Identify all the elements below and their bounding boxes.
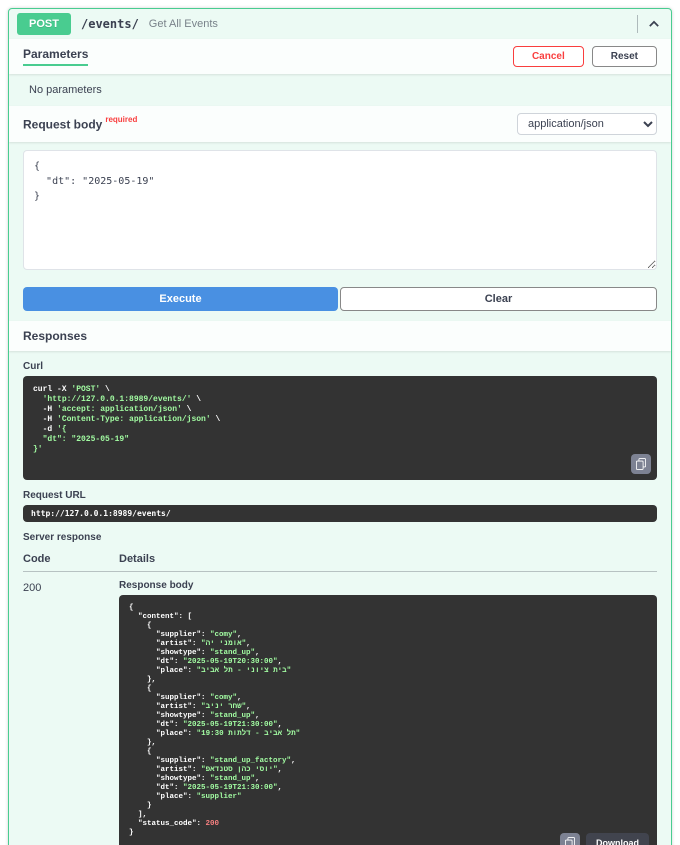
operation-block-post-events: POST /events/ Get All Events Parameters … (8, 8, 672, 845)
required-badge: required (105, 114, 138, 124)
response-status-code: 200 (23, 582, 42, 594)
reset-button[interactable]: Reset (591, 46, 657, 67)
operation-path[interactable]: /events/ (81, 17, 139, 31)
summary-divider (637, 15, 638, 33)
operation-summary-text: Get All Events (148, 18, 218, 30)
method-badge: POST (17, 13, 71, 35)
responses-body: Curl curl -X 'POST' \ 'http://127.0.0.1:… (9, 351, 671, 845)
curl-label: Curl (23, 361, 43, 372)
no-parameters-message: No parameters (29, 84, 102, 96)
code-column-header: Code (23, 553, 51, 565)
responses-title: Responses (23, 329, 88, 343)
request-body-textarea[interactable]: { "dt": "2025-05-19" } (23, 150, 657, 270)
request-body-label: Request body (23, 117, 103, 132)
clipboard-icon (636, 458, 646, 470)
collapse-chevron-icon[interactable] (647, 17, 661, 31)
operation-summary[interactable]: POST /events/ Get All Events (9, 9, 671, 39)
responses-section-header: Responses (9, 321, 671, 351)
response-row: 200 Response body { "content": [ { "supp… (23, 572, 657, 845)
request-body-editor: { "dt": "2025-05-19" } (9, 142, 671, 279)
response-table-header: Code Details (23, 547, 657, 572)
request-body-section-header: Request body required application/json (9, 106, 671, 142)
response-body-code: { "content": [ { "supplier": "comy", "ar… (129, 604, 301, 837)
server-response-table: Code Details 200 Response body { "conten… (23, 547, 657, 845)
execute-wrapper: Execute Clear (9, 279, 671, 321)
details-column-header: Details (119, 553, 156, 565)
response-body-label: Response body (119, 580, 194, 591)
clipboard-icon (565, 837, 575, 845)
execute-button[interactable]: Execute (23, 287, 338, 311)
parameters-section-header: Parameters Cancel Reset (9, 39, 671, 74)
response-details-cell: Response body { "content": [ { "supplier… (119, 580, 657, 845)
download-button[interactable]: Download (586, 833, 649, 845)
clear-button[interactable]: Clear (340, 287, 657, 311)
server-response-label: Server response (23, 532, 102, 543)
tab-parameters[interactable]: Parameters (23, 47, 89, 66)
curl-copy-button[interactable] (631, 454, 651, 474)
response-body-actions: Download (560, 833, 649, 845)
response-body-block: { "content": [ { "supplier": "comy", "ar… (119, 595, 657, 845)
content-type-select[interactable]: application/json (517, 113, 657, 135)
curl-code: curl -X 'POST' \ 'http://127.0.0.1:8989/… (33, 385, 221, 454)
request-url-label: Request URL (23, 490, 86, 501)
cancel-button[interactable]: Cancel (512, 46, 584, 67)
request-url-value: http://127.0.0.1:8989/events/ (23, 505, 657, 522)
response-copy-button[interactable] (560, 833, 580, 845)
curl-block: curl -X 'POST' \ 'http://127.0.0.1:8989/… (23, 376, 657, 480)
